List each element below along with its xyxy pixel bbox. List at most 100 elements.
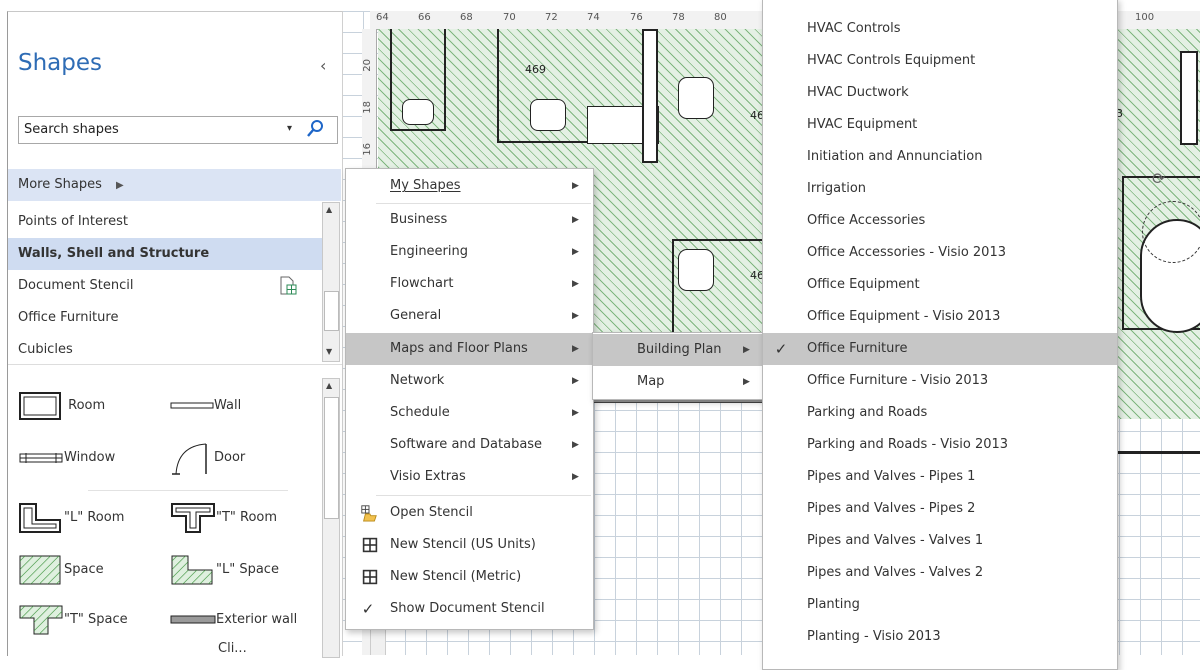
menu-item-building-plan[interactable]: Building Plan ▶ bbox=[593, 334, 763, 366]
menu-item-new-stencil-us[interactable]: New Stencil (US Units) bbox=[346, 529, 593, 561]
shape-room[interactable]: Room bbox=[18, 386, 105, 426]
submenu-arrow-icon: ▶ bbox=[572, 408, 579, 418]
menu-item-label: Pipes and Valves - Valves 2 bbox=[807, 565, 984, 580]
search-dropdown-icon[interactable]: ▾ bbox=[287, 123, 292, 134]
stencil-item[interactable]: Points of Interest bbox=[8, 206, 322, 238]
menu-item-stencil[interactable]: Parking and Roads - Visio 2013 bbox=[763, 429, 1117, 461]
ruler-label: 70 bbox=[503, 12, 516, 23]
t-room-shape-icon bbox=[171, 502, 215, 533]
chair[interactable] bbox=[530, 99, 566, 131]
more-shapes-button[interactable]: More Shapes ▶ bbox=[8, 169, 341, 201]
menu-item-open-stencil[interactable]: Open Stencil bbox=[346, 497, 593, 529]
submenu-arrow-icon: ▶ bbox=[572, 311, 579, 321]
menu-item-stencil[interactable]: Office Accessories bbox=[763, 205, 1117, 237]
shape-space[interactable]: Space bbox=[18, 550, 104, 590]
menu-item-stencil[interactable]: HVAC Controls bbox=[763, 13, 1117, 45]
menu-item-network[interactable]: Network ▶ bbox=[346, 365, 593, 397]
collapse-pane-button[interactable]: ‹ bbox=[320, 56, 326, 75]
menu-item-stencil[interactable]: Planting bbox=[763, 589, 1117, 621]
scroll-up-icon[interactable]: ▲ bbox=[326, 381, 332, 390]
ruler-label: 78 bbox=[672, 12, 685, 23]
menu-item-stencil[interactable]: Office Furniture - Visio 2013 bbox=[763, 365, 1117, 397]
shape-l-room[interactable]: "L" Room bbox=[18, 498, 124, 538]
menu-item-label: Software and Database bbox=[390, 437, 543, 452]
new-stencil-icon bbox=[362, 537, 378, 553]
shape-wall[interactable]: Wall bbox=[170, 386, 241, 426]
menu-item-general[interactable]: General ▶ bbox=[346, 300, 593, 332]
shape-door[interactable]: Door bbox=[170, 438, 245, 478]
menu-item-schedule[interactable]: Schedule ▶ bbox=[346, 397, 593, 429]
shape-label: "T" Room bbox=[216, 510, 278, 525]
menu-item-software-and-database[interactable]: Software and Database ▶ bbox=[346, 429, 593, 461]
scroll-down-icon[interactable]: ▼ bbox=[326, 347, 332, 356]
menu-item-engineering[interactable]: Engineering ▶ bbox=[346, 236, 593, 268]
rotate-handle-icon[interactable]: ⟳ bbox=[1152, 169, 1165, 188]
menu-item-stencil[interactable]: Planting - Visio 2013 bbox=[763, 621, 1117, 653]
menu-item-stencil[interactable]: Parking and Roads bbox=[763, 397, 1117, 429]
scroll-thumb[interactable] bbox=[324, 397, 339, 519]
shape-partial[interactable]: Cli... bbox=[218, 642, 247, 656]
search-icon[interactable] bbox=[306, 119, 324, 139]
checkmark-icon: ✓ bbox=[361, 600, 375, 618]
menu-item-flowchart[interactable]: Flowchart ▶ bbox=[346, 268, 593, 300]
menu-item-label: Open Stencil bbox=[390, 505, 473, 520]
menu-item-stencil[interactable]: Office Equipment bbox=[763, 269, 1117, 301]
shape-t-space[interactable]: "T" Space bbox=[18, 600, 128, 640]
menu-item-map[interactable]: Map ▶ bbox=[593, 366, 763, 398]
divider bbox=[8, 364, 342, 365]
menu-item-stencil[interactable]: Pipes and Valves - Valves 2 bbox=[763, 557, 1117, 589]
stencil-item[interactable]: Office Furniture bbox=[8, 302, 322, 334]
shape-label: Cli... bbox=[218, 642, 247, 656]
menu-item-office-furniture-checked[interactable]: ✓ Office Furniture bbox=[763, 333, 1117, 365]
scroll-thumb[interactable] bbox=[324, 291, 339, 331]
chair[interactable] bbox=[678, 77, 714, 119]
wall-shape-icon bbox=[170, 402, 214, 408]
menu-item-stencil[interactable]: Irrigation bbox=[763, 173, 1117, 205]
menu-item-visio-extras[interactable]: Visio Extras ▶ bbox=[346, 461, 593, 493]
scroll-up-icon[interactable]: ▲ bbox=[326, 205, 332, 214]
menu-item-label: Office Furniture bbox=[807, 341, 908, 356]
menu-item-stencil[interactable]: Pipes and Valves - Pipes 1 bbox=[763, 461, 1117, 493]
menu-item-show-document-stencil[interactable]: ✓ Show Document Stencil bbox=[346, 593, 593, 625]
document-stencil-icon[interactable] bbox=[278, 276, 298, 296]
shape-l-space[interactable]: "L" Space bbox=[170, 550, 279, 590]
menu-item-stencil[interactable]: HVAC Ductwork bbox=[763, 77, 1117, 109]
new-stencil-icon bbox=[362, 569, 378, 585]
shape-exterior-wall[interactable]: Exterior wall bbox=[170, 600, 297, 640]
menu-item-label: Pipes and Valves - Pipes 1 bbox=[807, 469, 976, 484]
chair[interactable] bbox=[402, 99, 434, 125]
menu-item-new-stencil-metric[interactable]: New Stencil (Metric) bbox=[346, 561, 593, 593]
menu-item-stencil[interactable]: Office Equipment - Visio 2013 bbox=[763, 301, 1117, 333]
shapes-scrollbar[interactable]: ▲ bbox=[322, 378, 340, 658]
menu-item-stencil[interactable]: HVAC Controls Equipment bbox=[763, 45, 1117, 77]
chair[interactable] bbox=[678, 249, 714, 291]
menu-item-label: Map bbox=[637, 374, 665, 389]
stencil-item[interactable]: Document Stencil bbox=[8, 270, 322, 302]
menu-item-label: General bbox=[390, 308, 442, 323]
menu-item-label: Office Equipment bbox=[807, 277, 920, 292]
stencil-list-scrollbar[interactable]: ▲ ▼ bbox=[322, 202, 340, 362]
menu-item-stencil[interactable]: Office Accessories - Visio 2013 bbox=[763, 237, 1117, 269]
shape-label: "T" Space bbox=[64, 612, 128, 627]
menu-item-my-shapes[interactable]: My Shapes ▶ bbox=[346, 170, 593, 202]
divider bbox=[88, 490, 288, 491]
menu-item-maps-and-floor-plans[interactable]: Maps and Floor Plans ▶ bbox=[346, 333, 593, 365]
shape-window[interactable]: Window bbox=[18, 438, 115, 478]
space-shape-icon bbox=[19, 555, 61, 584]
menu-item-stencil[interactable]: Initiation and Annunciation bbox=[763, 141, 1117, 173]
menu-item-label: Building Plan bbox=[637, 342, 722, 357]
shape-t-room[interactable]: "T" Room bbox=[170, 498, 277, 538]
stencil-label: Walls, Shell and Structure bbox=[18, 246, 210, 261]
stencil-item-selected[interactable]: Walls, Shell and Structure bbox=[8, 238, 322, 270]
search-input[interactable]: Search shapes ▾ bbox=[18, 116, 338, 144]
stencil-item[interactable]: Cubicles bbox=[8, 334, 322, 366]
search-input-text: Search shapes bbox=[24, 122, 119, 137]
menu-item-stencil[interactable]: Pipes and Valves - Pipes 2 bbox=[763, 493, 1117, 525]
menu-item-label: Office Furniture - Visio 2013 bbox=[807, 373, 989, 388]
menu-item-stencil[interactable]: Pipes and Valves - Valves 1 bbox=[763, 525, 1117, 557]
menu-item-business[interactable]: Business ▶ bbox=[346, 204, 593, 236]
selection-handle[interactable] bbox=[1142, 201, 1200, 263]
ruler-label: 16 bbox=[362, 143, 373, 156]
checkmark-icon: ✓ bbox=[774, 340, 788, 358]
menu-item-stencil[interactable]: HVAC Equipment bbox=[763, 109, 1117, 141]
